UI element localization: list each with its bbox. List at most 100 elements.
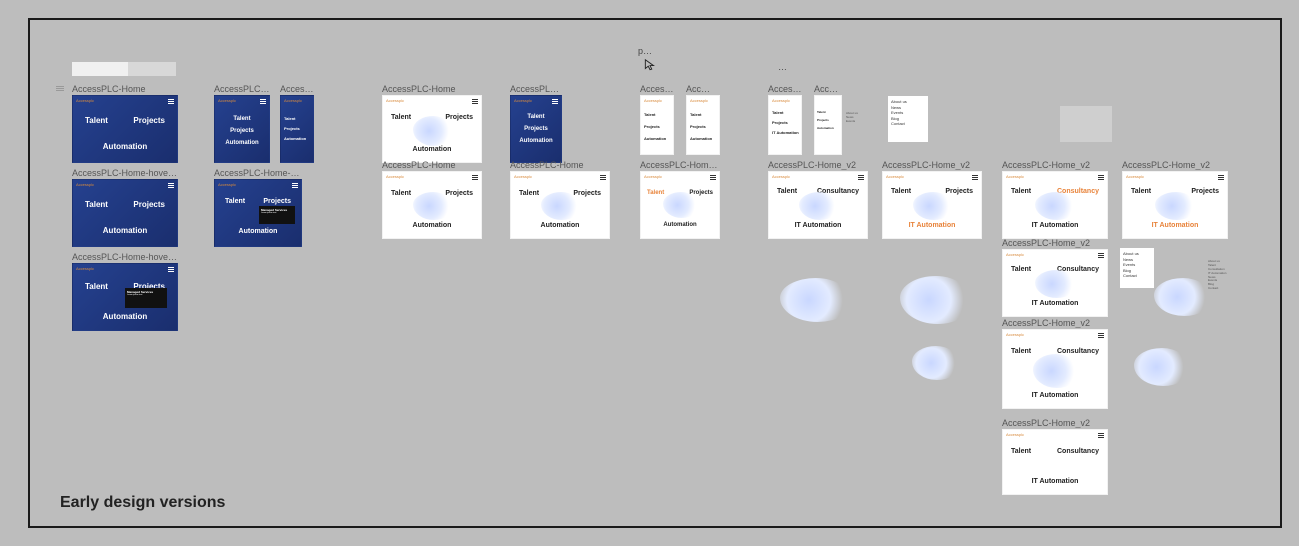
frame-label: AccessPLC-Home_v2 [640, 160, 720, 170]
frame[interactable]: Access… Accessplc Talent Projects Automa… [280, 84, 314, 163]
truncated-label: … [778, 62, 787, 72]
hover-tooltip: Managed Services Lorem ipsum text [259, 206, 295, 224]
tab-strip [72, 62, 176, 76]
frame[interactable]: AccessPLC-Home_v2 Accessplc Talent Proje… [1122, 160, 1228, 239]
frame-label: AccessPLC-Home_v2 [1002, 318, 1108, 328]
illustration [413, 116, 453, 146]
word-talent: Talent [225, 198, 245, 205]
hamburger-icon [1218, 175, 1224, 180]
frame[interactable]: Access… Accessplc Talent Projects Automa… [640, 84, 674, 155]
word-automation: Automation [73, 312, 177, 321]
frame[interactable]: AccessPLC-Home Accessplc Talent Projects… [382, 160, 482, 239]
word-automation: Automation [215, 140, 269, 146]
illustration [799, 192, 839, 220]
frame-label: AccessPLC-Home [510, 160, 610, 170]
word-projects: Projects [284, 126, 300, 131]
frame[interactable]: AccessPLC-Home Accessplc Talent Projects… [382, 84, 482, 163]
brand-label: Accessplc [886, 174, 904, 179]
frame[interactable]: AccessPLC-Home-hove… Accessplc Talent Pr… [72, 168, 178, 247]
illustration [413, 192, 453, 220]
word-talent: Talent [391, 114, 411, 121]
word-automation: Automation [383, 146, 481, 153]
cursor-icon [643, 58, 657, 72]
caption: Early design versions [60, 494, 225, 512]
brand-label: Accessplc [690, 98, 708, 103]
frame-label: AccessPLC-Home [214, 84, 270, 94]
illustration [913, 192, 953, 220]
brand-label: Accessplc [1126, 174, 1144, 179]
frame[interactable]: AccessPLC-Home Accessplc Talent Projects… [510, 84, 562, 163]
brand-label: Accessplc [772, 174, 790, 179]
frame[interactable]: AccessPLC-Home-hove… Accessplc Talent Pr… [214, 168, 302, 247]
word-talent: Talent [284, 116, 295, 121]
frame[interactable]: AccessPLC-Home_v2 Accessplc Talent Proje… [882, 160, 982, 239]
frame-label: Acc… [686, 84, 720, 94]
word-projects: Projects [215, 128, 269, 134]
brand-label: Accessplc [218, 182, 236, 187]
frame-label: AccessPLC-Home [382, 84, 482, 94]
word-automation: Automation [215, 228, 301, 235]
menu-card: About us News Events Blog Contact [1120, 248, 1154, 288]
hamburger-icon [858, 175, 864, 180]
frame[interactable]: AccessPLC-Home_v2 Accessplc Talent Consu… [1002, 238, 1108, 317]
illustration-blob [1154, 278, 1212, 316]
word-automation: Automation [73, 226, 177, 235]
frame[interactable]: AccessPLC-Home_v2 Accessplc Talent Consu… [768, 160, 868, 239]
frame[interactable]: AccessPLC-Home Accessplc Talent Projects… [214, 84, 270, 163]
brand-label: Accessplc [514, 174, 532, 179]
annotation-text: About us Talent Consultation IT Automati… [1208, 260, 1242, 291]
brand-label: Accessplc [644, 98, 662, 103]
hamburger-icon [260, 99, 266, 104]
frame[interactable]: AccessPLC-Home_v2 Accessplc Talent Consu… [1002, 318, 1108, 409]
word-projects: Projects [263, 198, 291, 205]
brand-label: Accessplc [76, 266, 94, 271]
hamburger-icon [292, 183, 298, 188]
illustration [663, 192, 699, 218]
hamburger-icon [710, 175, 716, 180]
menu-card: About us News Events Blog Contact [888, 96, 928, 142]
brand-label: Accessplc [1006, 332, 1024, 337]
word-automation: Automation [284, 136, 306, 141]
tab[interactable] [128, 62, 176, 76]
frame[interactable]: AccessPLC-Home_v2 Accessplc Talent Consu… [1002, 418, 1108, 495]
hamburger-icon [168, 99, 174, 104]
frame[interactable]: AccessPLC-Home_v2 Accessplc Talent Proje… [640, 160, 720, 239]
hover-tooltip: Managed Services Lorem ipsum text [125, 288, 167, 308]
hamburger-icon [1098, 175, 1104, 180]
hamburger-icon [1098, 333, 1104, 338]
word-talent: Talent [85, 282, 108, 291]
illustration [1035, 192, 1077, 220]
brand-label: Accessplc [1006, 252, 1024, 257]
frame[interactable]: AccessPLC-Home-hove… Accessplc Talent Pr… [72, 252, 178, 331]
brand-label: Accessplc [514, 98, 532, 103]
word-talent: Talent [215, 116, 269, 122]
illustration-blob [780, 278, 852, 322]
illustration [1033, 354, 1079, 388]
brand-label: Accessplc [1006, 174, 1024, 179]
annotation-text: About us News Events [846, 112, 870, 124]
frame-label: AccessPLC-Home [382, 160, 482, 170]
frame[interactable]: AccessPLC-Home Accessplc Talent Projects… [72, 84, 178, 163]
frame[interactable]: Acc… Talent Projects Automation [814, 84, 842, 155]
illustration-blob [900, 276, 972, 324]
brand-label: Accessplc [644, 174, 662, 179]
frame-label: AccessPLC-Home_v2 [768, 160, 868, 170]
brand-label: Accessplc [218, 98, 236, 103]
frame-label: AccessPLC-Home_v2 [882, 160, 982, 170]
tab[interactable] [72, 62, 128, 76]
illustration-blob [1134, 348, 1190, 386]
frame[interactable]: Acc… Accessplc Talent Projects Automatio… [686, 84, 720, 155]
frame-label: AccessPLC-Home [72, 84, 178, 94]
frame[interactable]: AccessPLC-Home_v2 Accessplc Talent Consu… [1002, 160, 1108, 239]
brand-label: Accessplc [386, 174, 404, 179]
brand-label: Accessplc [284, 98, 302, 103]
frame[interactable]: AccessPLC-Home Accessplc Talent Projects… [510, 160, 610, 239]
frame-label: Access… [640, 84, 674, 94]
frame-label: Acc… [814, 84, 842, 94]
list-icon [56, 86, 64, 92]
frame[interactable]: Access… Accessplc Talent Projects IT Aut… [768, 84, 802, 155]
brand-label: Accessplc [76, 182, 94, 187]
hamburger-icon [472, 175, 478, 180]
word-automation: Automation [73, 142, 177, 151]
design-canvas[interactable]: p… … AccessPLC-Home Accessplc Talent Pro… [28, 18, 1282, 528]
